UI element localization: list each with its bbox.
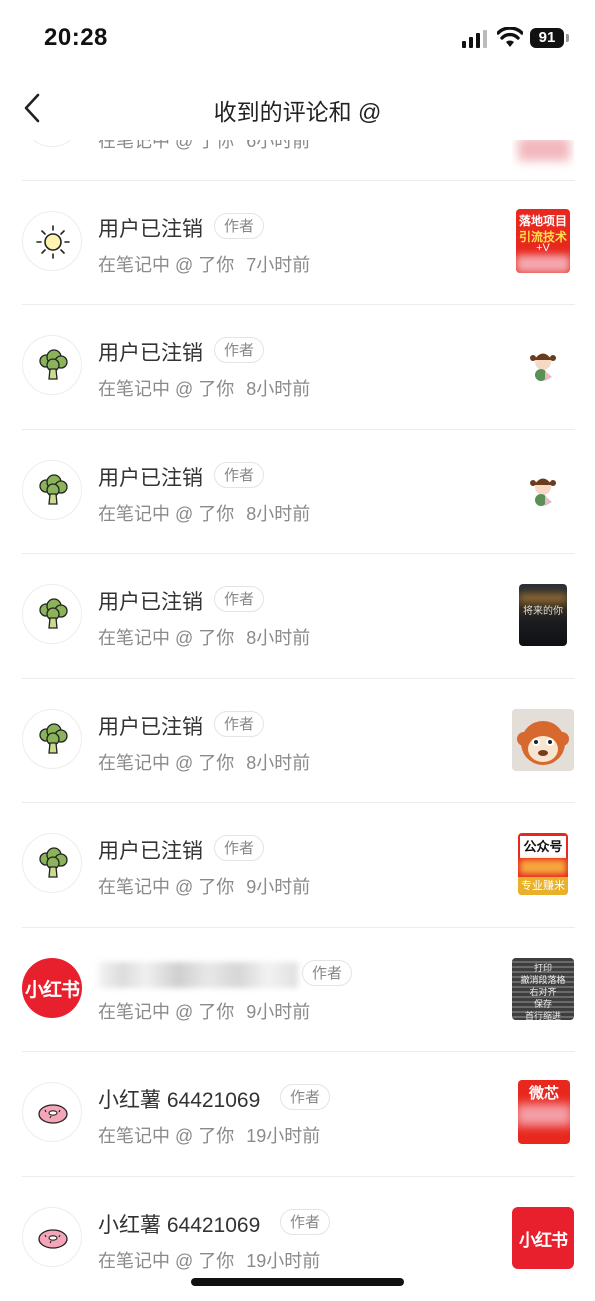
note-thumbnail[interactable]: 打印 撤消段落格 右对齐 保存 首行缩进 bbox=[512, 958, 574, 1020]
note-thumbnail[interactable] bbox=[512, 709, 574, 771]
navigation-bar: 收到的评论和 @ bbox=[0, 78, 595, 140]
notification-subtitle: 在笔记中 @ 了你 7小时前 bbox=[98, 255, 311, 275]
list-item[interactable]: 小红薯 64421069 作者 在笔记中 @ 了你 19小时前 微芯 bbox=[0, 1052, 595, 1176]
list-item[interactable]: 用户已注销 作者 在笔记中 @ 了你 8小时前 将来的你 bbox=[0, 554, 595, 678]
home-indicator[interactable] bbox=[191, 1278, 404, 1286]
list-item[interactable]: 用户已注销 作者 在笔记中 @ 了你 8小时前 bbox=[0, 679, 595, 803]
author-tag: 作者 bbox=[280, 1209, 331, 1235]
broccoli-icon bbox=[39, 598, 68, 629]
user-name[interactable]: 用户已注销 bbox=[98, 711, 203, 741]
broccoli-icon bbox=[39, 349, 68, 380]
monkey-toy-image bbox=[512, 709, 574, 771]
notification-list[interactable]: 在笔记中 @ 了你 6小时前 用户已注销 作者 在笔记中 @ 了你 7小时前 落… bbox=[0, 0, 595, 1294]
page-title: 收到的评论和 @ bbox=[213, 99, 382, 125]
user-name[interactable]: 用户已注销 bbox=[98, 462, 203, 492]
list-item[interactable]: 用户已注销 作者 在笔记中 @ 了你 9小时前 公众号 专业赚米 bbox=[0, 803, 595, 927]
cartoon-girl-image bbox=[530, 478, 556, 506]
user-name[interactable]: 小红薯 64421069 bbox=[98, 1084, 260, 1114]
list-item[interactable]: 小红书 作者 在笔记中 @ 了你 9小时前 打印 撤消段落格 右对齐 保存 首行缩… bbox=[0, 928, 595, 1052]
notification-subtitle: 在笔记中 @ 了你 8小时前 bbox=[98, 379, 311, 399]
avatar[interactable] bbox=[22, 211, 82, 271]
broccoli-icon bbox=[39, 723, 68, 754]
user-name[interactable]: 用户已注销 bbox=[98, 337, 203, 367]
notification-subtitle: 在笔记中 @ 了你 8小时前 bbox=[98, 628, 311, 648]
notification-subtitle: 在笔记中 @ 了你 8小时前 bbox=[98, 504, 311, 524]
note-thumbnail[interactable] bbox=[512, 460, 574, 522]
note-thumbnail[interactable]: 小红书 bbox=[512, 1207, 574, 1269]
notification-subtitle: 在笔记中 @ 了你 19小时前 bbox=[98, 1251, 321, 1271]
author-tag: 作者 bbox=[214, 586, 265, 612]
list-item[interactable]: 用户已注销 作者 在笔记中 @ 了你 7小时前 落地项目 引流技术 +V bbox=[0, 181, 595, 305]
note-thumbnail[interactable] bbox=[512, 335, 574, 397]
author-tag: 作者 bbox=[214, 711, 265, 737]
author-tag: 作者 bbox=[280, 1084, 331, 1110]
avatar[interactable] bbox=[22, 460, 82, 520]
donut-icon bbox=[38, 1229, 68, 1249]
note-thumbnail[interactable]: 将来的你 bbox=[519, 584, 567, 646]
avatar[interactable] bbox=[22, 335, 82, 395]
notification-subtitle: 在笔记中 @ 了你 8小时前 bbox=[98, 753, 311, 773]
user-name[interactable]: 小红薯 64421069 bbox=[98, 1209, 260, 1239]
author-tag: 作者 bbox=[214, 462, 265, 488]
author-tag: 作者 bbox=[214, 213, 265, 239]
cartoon-girl-image bbox=[530, 353, 556, 381]
user-name[interactable]: 用户已注销 bbox=[98, 835, 203, 865]
broccoli-icon bbox=[39, 847, 68, 878]
notification-subtitle: 在笔记中 @ 了你 9小时前 bbox=[98, 1002, 311, 1022]
avatar[interactable] bbox=[22, 584, 82, 644]
note-thumbnail[interactable]: 落地项目 引流技术 +V bbox=[516, 209, 570, 273]
redacted-user-name[interactable] bbox=[98, 962, 298, 988]
notification-subtitle: 在笔记中 @ 了你 9小时前 bbox=[98, 877, 311, 897]
avatar[interactable] bbox=[22, 1082, 82, 1142]
user-name[interactable]: 用户已注销 bbox=[98, 213, 203, 243]
avatar[interactable] bbox=[22, 833, 82, 893]
note-thumbnail[interactable]: 微芯 bbox=[518, 1080, 570, 1144]
xiaohongshu-logo[interactable]: 小红书 bbox=[22, 958, 82, 1018]
list-item[interactable]: 用户已注销 作者 在笔记中 @ 了你 8小时前 bbox=[0, 430, 595, 554]
avatar[interactable] bbox=[22, 1207, 82, 1267]
donut-icon bbox=[38, 1104, 68, 1124]
broccoli-icon bbox=[39, 474, 68, 505]
sun-icon bbox=[36, 225, 70, 259]
author-tag: 作者 bbox=[214, 835, 265, 861]
author-tag: 作者 bbox=[214, 337, 265, 363]
note-thumbnail[interactable]: 公众号 专业赚米 bbox=[518, 833, 568, 895]
author-tag: 作者 bbox=[302, 960, 353, 986]
avatar[interactable] bbox=[22, 709, 82, 769]
notification-subtitle: 在笔记中 @ 了你 19小时前 bbox=[98, 1126, 321, 1146]
user-name[interactable]: 用户已注销 bbox=[98, 586, 203, 616]
list-item[interactable]: 用户已注销 作者 在笔记中 @ 了你 8小时前 bbox=[0, 305, 595, 429]
